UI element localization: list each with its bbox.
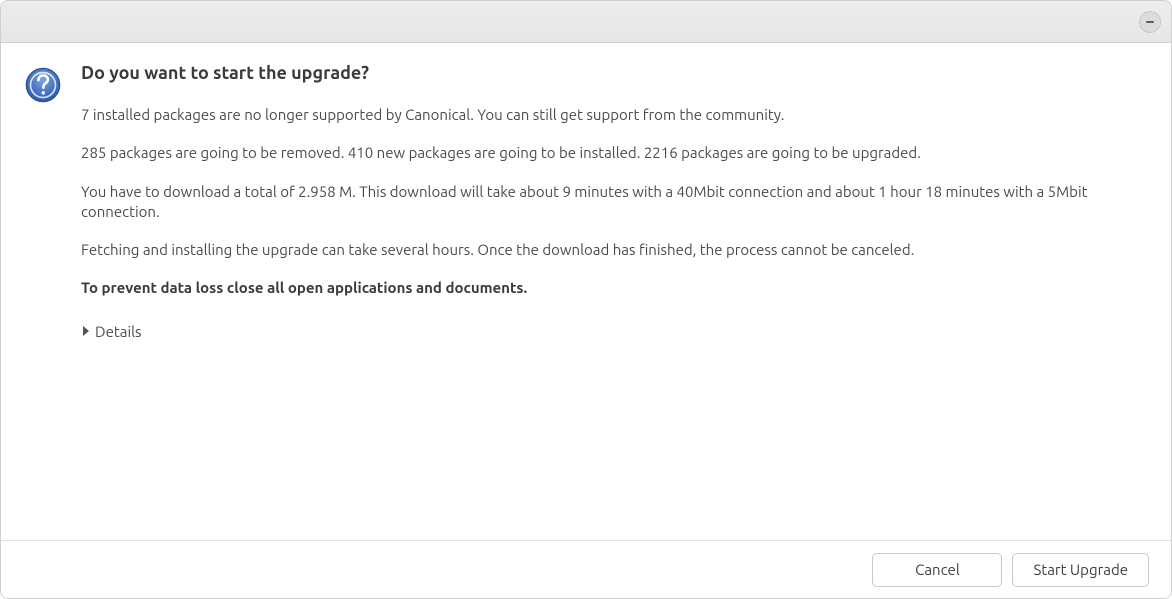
cancel-button[interactable]: Cancel — [872, 553, 1002, 587]
start-upgrade-button[interactable]: Start Upgrade — [1012, 553, 1149, 587]
minimize-button[interactable] — [1139, 11, 1161, 33]
package-changes-text: 285 packages are going to be removed. 41… — [81, 143, 1149, 163]
upgrade-dialog-window: Do you want to start the upgrade? 7 inst… — [0, 0, 1172, 599]
chevron-right-icon — [81, 326, 91, 336]
data-loss-warning-text: To prevent data loss close all open appl… — [81, 278, 1149, 298]
unsupported-packages-text: 7 installed packages are no longer suppo… — [81, 105, 1149, 125]
details-expander[interactable]: Details — [81, 323, 142, 340]
install-time-warning-text: Fetching and installing the upgrade can … — [81, 240, 1149, 260]
minimize-icon — [1146, 21, 1154, 23]
dialog-button-bar: Cancel Start Upgrade — [1, 540, 1171, 598]
dialog-content: Do you want to start the upgrade? 7 inst… — [1, 43, 1171, 540]
download-size-text: You have to download a total of 2.958 M.… — [81, 182, 1149, 223]
dialog-heading: Do you want to start the upgrade? — [81, 63, 1149, 83]
question-icon — [23, 65, 63, 105]
titlebar — [1, 1, 1171, 43]
details-label: Details — [95, 323, 142, 340]
